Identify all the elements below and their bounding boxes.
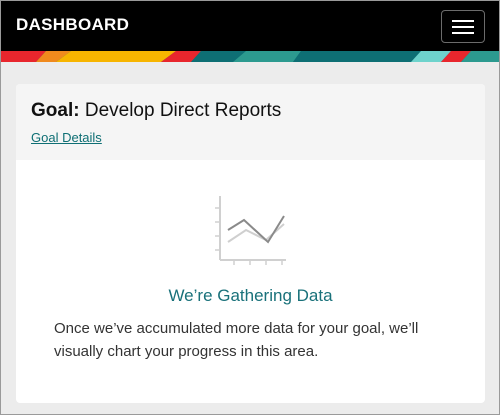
app-title: DASHBOARD [16,15,130,34]
hamburger-menu-icon [452,20,474,22]
app-frame: DASHBOARD Goal: Develop Direct Reports G… [0,0,500,415]
line-chart-icon [215,196,286,265]
empty-state-message: Once we’ve accumulated more data for you… [54,320,419,360]
empty-state-title: We’re Gathering Data [168,286,333,305]
goal-title: Goal: Develop Direct Reports [31,100,485,122]
goal-details-link[interactable]: Goal Details [31,130,102,145]
top-bar: DASHBOARD [1,1,499,51]
hamburger-menu-button[interactable] [441,10,485,43]
brand-color-stripe [1,51,499,62]
goal-label: Goal: [31,100,80,121]
goal-card-header: Goal: Develop Direct Reports Goal Detail… [16,84,485,160]
goal-card: Goal: Develop Direct Reports Goal Detail… [16,84,485,403]
goal-name: Develop Direct Reports [84,100,282,121]
